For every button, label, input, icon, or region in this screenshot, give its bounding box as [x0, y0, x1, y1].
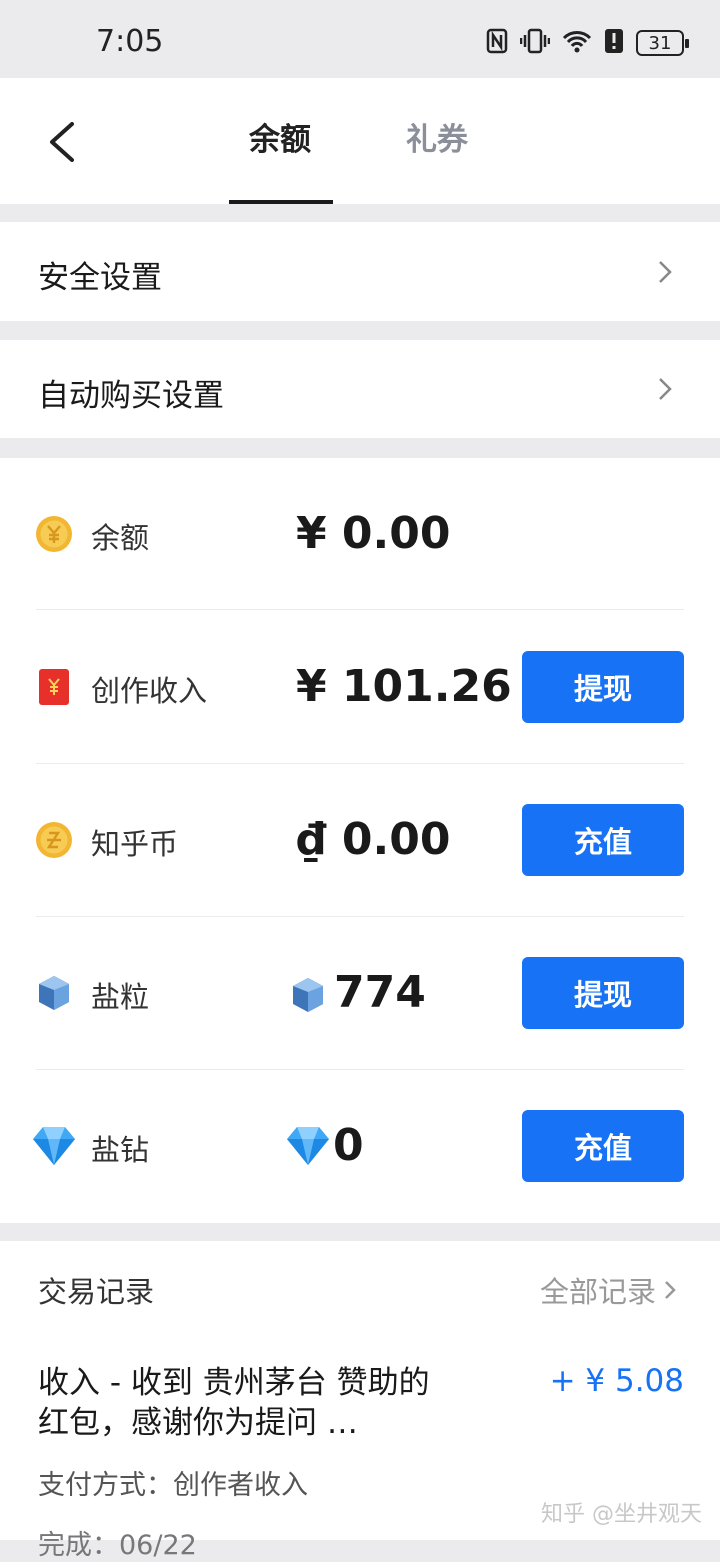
chevron-right-icon	[659, 261, 672, 283]
divider	[36, 609, 684, 610]
transaction-title: 交易记录	[38, 1275, 155, 1309]
wallet-label: 余额	[91, 521, 150, 555]
zhihu-coin-icon	[36, 822, 72, 858]
wallet-label: 创作收入	[91, 674, 208, 708]
status-icons: 31	[486, 26, 689, 60]
wallet-amount: ¥ 101.26	[296, 661, 512, 712]
security-settings-row[interactable]: 安全设置	[0, 222, 720, 321]
transaction-payment-method: 支付方式：创作者收入	[38, 1470, 308, 1501]
nfc-icon	[486, 28, 508, 58]
tab-coupons[interactable]: 礼券	[406, 116, 468, 164]
wallet-label: 盐粒	[91, 980, 150, 1014]
wallet-amount: 0	[333, 1120, 364, 1171]
security-settings-label: 安全设置	[38, 260, 162, 296]
salt-grain-icon	[293, 978, 323, 1012]
vibrate-icon	[519, 28, 551, 58]
battery-icon: 31	[636, 30, 689, 56]
withdraw-button[interactable]: 提现	[522, 957, 684, 1029]
tab-balance[interactable]: 余额	[249, 116, 311, 164]
yuan-coin-icon	[36, 516, 72, 552]
recharge-button[interactable]: 充值	[522, 804, 684, 876]
nav-header: 余额 礼券	[0, 78, 720, 204]
wallet-amount: ¥ 0.00	[296, 508, 451, 559]
back-icon[interactable]	[46, 122, 78, 162]
auto-purchase-settings-row[interactable]: 自动购买设置	[0, 340, 720, 438]
recharge-button[interactable]: 充值	[522, 1110, 684, 1182]
wallet-row-salt-diamond: 盐钻 0 充值	[0, 1070, 720, 1223]
status-time: 7:05	[96, 24, 164, 59]
wallet-label: 盐钻	[91, 1133, 150, 1167]
auto-purchase-settings-label: 自动购买设置	[38, 378, 224, 414]
battery-level: 31	[648, 32, 672, 54]
wallet-row-salt-grain: 盐粒 774 提现	[0, 917, 720, 1070]
red-envelope-icon	[39, 669, 69, 705]
chevron-right-icon	[659, 378, 672, 400]
tab-indicator	[229, 200, 333, 204]
transaction-amount: + ¥ 5.08	[549, 1363, 684, 1399]
view-all-records-link[interactable]: 全部记录	[540, 1269, 676, 1311]
wallet-row-income: 创作收入 ¥ 101.26 提现	[0, 611, 720, 764]
transaction-card: 交易记录 全部记录 收入 - 收到 贵州茅台 赞助的红包，感谢你为提问 … + …	[0, 1241, 720, 1561]
wallet-row-zhihu-coin: 知乎币 ₫ 0.00 充值	[0, 764, 720, 917]
wallet-amount: 774	[334, 967, 426, 1018]
status-bar: 7:05 31	[0, 0, 720, 78]
diamond-icon	[287, 1127, 329, 1165]
transaction-completed: 完成：06/22	[38, 1530, 197, 1561]
withdraw-button[interactable]: 提现	[522, 651, 684, 723]
chevron-right-icon	[665, 1281, 676, 1299]
wifi-icon	[562, 29, 592, 57]
salt-grain-icon	[39, 976, 69, 1010]
wallet-amount: ₫ 0.00	[296, 814, 451, 865]
diamond-icon	[33, 1127, 75, 1165]
wallet-card: 余额 ¥ 0.00 创作收入 ¥ 101.26 提现 知乎币 ₫ 0.00 充值…	[0, 458, 720, 1223]
view-all-label: 全部记录	[539, 1275, 656, 1309]
wallet-label: 知乎币	[91, 827, 179, 861]
wallet-row-balance: 余额 ¥ 0.00	[0, 458, 720, 611]
watermark: 知乎 @坐井观天	[541, 1502, 702, 1527]
transaction-description[interactable]: 收入 - 收到 贵州茅台 赞助的红包，感谢你为提问 …	[38, 1363, 458, 1443]
alert-icon	[604, 28, 624, 58]
